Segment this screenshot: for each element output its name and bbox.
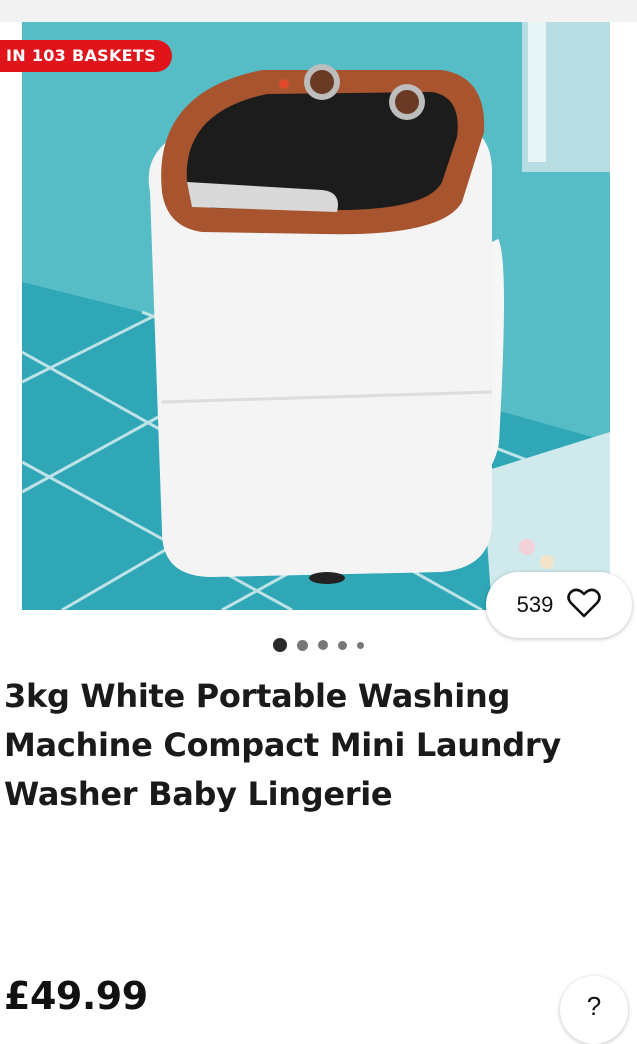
product-price: £49.99 (4, 974, 148, 1018)
carousel-dot[interactable] (357, 641, 364, 649)
baskets-badge: IN 103 BASKETS (0, 40, 172, 72)
watch-count: 539 (516, 592, 554, 617)
product-title: 3kg White Portable Washing Machine Compa… (4, 677, 561, 813)
product-image-gallery[interactable] (22, 22, 610, 610)
watch-button[interactable]: 539 (486, 572, 632, 638)
carousel-dot[interactable] (297, 639, 308, 651)
help-button[interactable]: ? (560, 976, 628, 1044)
carousel-indicator (0, 637, 637, 653)
product-image (22, 22, 610, 610)
carousel-dot-active[interactable] (273, 638, 287, 652)
heart-outline-icon (567, 588, 602, 623)
carousel-dot[interactable] (318, 640, 328, 650)
question-icon: ? (586, 991, 602, 1021)
carousel-dot[interactable] (338, 640, 347, 650)
top-strip (0, 0, 637, 22)
